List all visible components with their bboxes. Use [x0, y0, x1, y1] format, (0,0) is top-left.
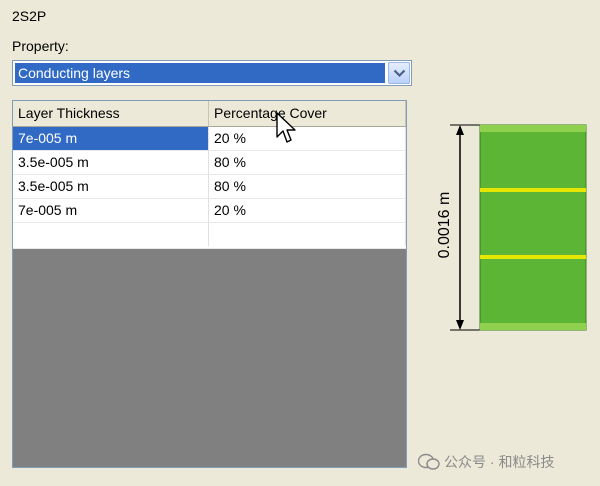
dimension-arrow — [450, 124, 480, 331]
thickness-cell[interactable]: 7e-005 m — [13, 199, 209, 222]
cover-cell[interactable]: 80 % — [209, 151, 406, 174]
cover-cell[interactable]: 20 % — [209, 199, 406, 222]
thickness-cell[interactable]: 3.5e-005 m — [13, 151, 209, 174]
conducting-layer — [480, 255, 586, 259]
conducting-layer — [480, 125, 586, 132]
conducting-layer — [480, 323, 586, 330]
table-row[interactable]: 7e-005 m 20 % — [13, 199, 406, 223]
table-row[interactable]: 3.5e-005 m 80 % — [13, 151, 406, 175]
conducting-layer — [480, 188, 586, 192]
thickness-cell[interactable]: 3.5e-005 m — [13, 175, 209, 198]
watermark-text: 公众号 · 和粒科技 — [444, 454, 555, 470]
property-dropdown[interactable]: Conducting layers — [12, 60, 412, 86]
panel-title: 2S2P — [12, 8, 47, 24]
table-row[interactable]: 7e-005 m 20 % — [13, 127, 406, 151]
dropdown-button[interactable] — [388, 62, 410, 84]
cover-cell[interactable]: 20 % — [209, 127, 406, 150]
cover-cell[interactable]: 80 % — [209, 175, 406, 198]
thickness-dimension-label: 0.0016 m — [436, 191, 453, 259]
empty-cell[interactable] — [209, 223, 406, 246]
table-new-row[interactable] — [13, 223, 406, 249]
table-header: Layer Thickness Percentage Cover — [13, 101, 406, 127]
property-label: Property: — [12, 38, 69, 54]
mouse-pointer-icon — [276, 112, 296, 143]
empty-cell[interactable] — [13, 223, 209, 246]
layers-table: Layer Thickness Percentage Cover 7e-005 … — [12, 100, 407, 468]
watermark: 公众号 · 和粒科技 — [417, 452, 555, 472]
table-row[interactable]: 3.5e-005 m 80 % — [13, 175, 406, 199]
thickness-cell[interactable]: 7e-005 m — [13, 127, 209, 150]
chevron-down-icon — [393, 69, 406, 78]
column-header-thickness[interactable]: Layer Thickness — [13, 101, 209, 126]
column-header-cover[interactable]: Percentage Cover — [209, 101, 406, 126]
wechat-icon — [417, 453, 440, 470]
property-selected-value: Conducting layers — [15, 63, 385, 83]
circuit-board — [479, 124, 587, 331]
